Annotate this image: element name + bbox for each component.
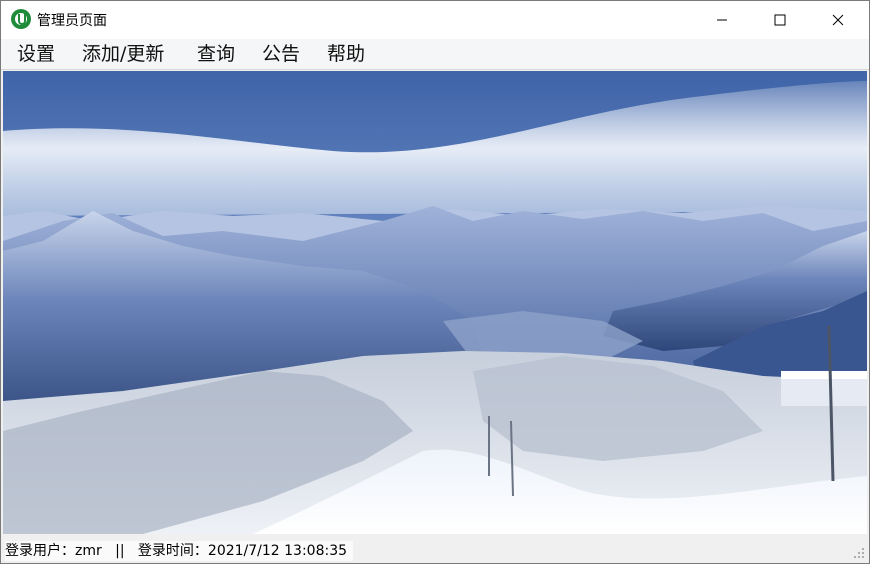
status-login-info: 登录用户：zmr || 登录时间：2021/7/12 13:08:35 [5,541,354,561]
close-icon [832,14,844,26]
status-bar: 登录用户：zmr || 登录时间：2021/7/12 13:08:35 [1,537,869,563]
menu-settings[interactable]: 设置 [9,42,63,66]
minimize-icon [717,19,727,21]
resize-grip-icon[interactable] [853,547,865,559]
menu-add-update[interactable]: 添加/更新 [74,42,172,66]
title-bar[interactable]: 管理员页面 [1,1,869,39]
login-user-value: zmr [75,543,102,559]
login-user-label: 登录用户： [5,543,75,559]
menu-announcement[interactable]: 公告 [254,42,308,66]
menu-bar: 设置 添加/更新 查询 公告 帮助 [1,39,869,70]
maximize-button[interactable] [751,1,809,39]
menu-query[interactable]: 查询 [189,42,243,66]
minimize-button[interactable] [693,1,751,39]
app-window: 管理员页面 设置 添加/更新 查询 公告 帮助 登录用户：zmr || 登录时间… [0,0,870,564]
maximize-icon [774,14,786,26]
login-time-value: 2021/7/12 13:08:35 [207,543,348,559]
background-image [3,71,867,534]
menu-help[interactable]: 帮助 [319,42,373,66]
window-title: 管理员页面 [37,13,107,29]
snowy-mountain-landscape [3,71,867,534]
app-logo-icon [11,9,31,29]
close-button[interactable] [809,1,867,39]
login-time-label: 登录时间： [137,543,208,559]
status-separator: || [115,543,125,559]
